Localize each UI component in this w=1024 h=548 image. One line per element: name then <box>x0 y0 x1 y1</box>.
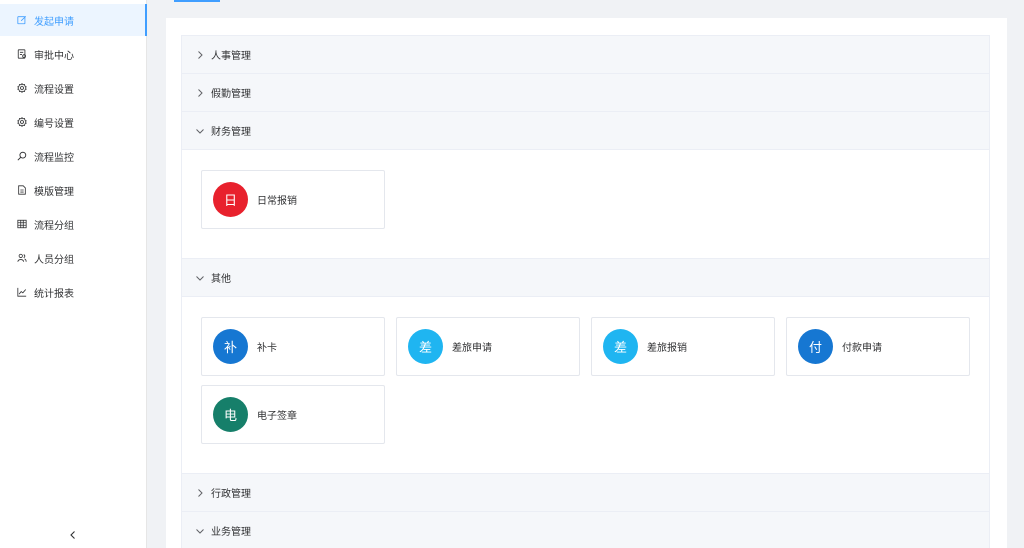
group-header-other[interactable]: 其他 <box>182 259 989 297</box>
active-tab-indicator <box>174 0 220 2</box>
form-label: 电子签章 <box>257 411 297 422</box>
sidebar-item-label: 编号设置 <box>34 118 74 130</box>
sidebar-item-statistics-report[interactable]: 统计报表 <box>0 276 146 308</box>
sidebar-item-label: 审批中心 <box>34 50 74 62</box>
chevron-down-icon <box>195 273 205 283</box>
group-body-other: 补 补卡 差 差旅申请 差 差旅报销 付 付款申请 电 电子签章 <box>182 297 989 474</box>
sidebar-item-start-application[interactable]: 发起申请 <box>0 4 147 36</box>
form-card-travel-reimbursement[interactable]: 差 差旅报销 <box>591 317 775 376</box>
form-grid: 日 日常报销 <box>182 150 989 258</box>
chevron-left-icon <box>68 530 78 540</box>
gear-icon <box>17 83 27 93</box>
sidebar-item-label: 统计报表 <box>34 288 74 300</box>
form-label: 差旅报销 <box>647 343 687 354</box>
group-title: 其他 <box>211 274 231 285</box>
form-card-daily-reimbursement[interactable]: 日 日常报销 <box>201 170 385 229</box>
form-label: 日常报销 <box>257 196 297 207</box>
line-chart-icon <box>17 287 27 297</box>
form-label: 补卡 <box>257 343 277 354</box>
chevron-right-icon <box>195 88 205 98</box>
sidebar-menu: 发起申请 审批中心 流程设置 编号设置 流程监控 模版管理 流程分组 人员分组 … <box>0 0 147 308</box>
form-group-collapse: 人事管理 假勤管理 财务管理 日 日常报销 其他 补 补卡 差 差旅申请 差 差… <box>181 35 990 548</box>
group-header-hr[interactable]: 人事管理 <box>182 36 989 74</box>
group-header-administration[interactable]: 行政管理 <box>182 474 989 512</box>
form-avatar: 差 <box>603 329 638 364</box>
search-icon <box>17 151 27 161</box>
chevron-down-icon <box>195 126 205 136</box>
sidebar-collapse-button[interactable] <box>64 526 82 544</box>
form-avatar: 电 <box>213 397 248 432</box>
sidebar-item-personnel-group[interactable]: 人员分组 <box>0 242 146 274</box>
form-card-card-replacement[interactable]: 补 补卡 <box>201 317 385 376</box>
sidebar-item-label: 模版管理 <box>34 186 74 198</box>
form-avatar: 补 <box>213 329 248 364</box>
sidebar-item-label: 流程监控 <box>34 152 74 164</box>
audit-icon <box>17 49 27 59</box>
form-avatar: 付 <box>798 329 833 364</box>
group-title: 行政管理 <box>211 489 251 500</box>
form-label: 差旅申请 <box>452 343 492 354</box>
form-label: 付款申请 <box>842 343 882 354</box>
chevron-down-icon <box>195 526 205 536</box>
sidebar-item-process-group[interactable]: 流程分组 <box>0 208 146 240</box>
sidebar-item-approval-center[interactable]: 审批中心 <box>0 38 146 70</box>
users-icon <box>17 253 27 263</box>
form-avatar: 差 <box>408 329 443 364</box>
sidebar-item-label: 流程设置 <box>34 84 74 96</box>
gear-icon <box>17 117 27 127</box>
group-title: 人事管理 <box>211 51 251 62</box>
group-body-finance: 日 日常报销 <box>182 150 989 259</box>
group-header-finance[interactable]: 财务管理 <box>182 112 989 150</box>
group-header-business[interactable]: 业务管理 <box>182 512 989 548</box>
sidebar: 发起申请 审批中心 流程设置 编号设置 流程监控 模版管理 流程分组 人员分组 … <box>0 0 147 548</box>
chevron-right-icon <box>195 50 205 60</box>
sidebar-item-label: 发起申请 <box>34 16 74 28</box>
form-grid: 补 补卡 差 差旅申请 差 差旅报销 付 付款申请 电 电子签章 <box>182 297 989 473</box>
form-avatar: 日 <box>213 182 248 217</box>
sidebar-item-label: 人员分组 <box>34 254 74 266</box>
sidebar-item-label: 流程分组 <box>34 220 74 232</box>
document-icon <box>17 185 27 195</box>
main-content: 人事管理 假勤管理 财务管理 日 日常报销 其他 补 补卡 差 差旅申请 差 差… <box>166 18 1007 548</box>
group-header-attendance[interactable]: 假勤管理 <box>182 74 989 112</box>
grid-icon <box>17 219 27 229</box>
sidebar-item-process-monitor[interactable]: 流程监控 <box>0 140 146 172</box>
group-title: 财务管理 <box>211 127 251 138</box>
sidebar-item-process-settings[interactable]: 流程设置 <box>0 72 146 104</box>
sidebar-item-template-management[interactable]: 模版管理 <box>0 174 146 206</box>
form-card-payment-application[interactable]: 付 付款申请 <box>786 317 970 376</box>
group-title: 假勤管理 <box>211 89 251 100</box>
sidebar-item-number-settings[interactable]: 编号设置 <box>0 106 146 138</box>
form-card-electronic-signature[interactable]: 电 电子签章 <box>201 385 385 444</box>
group-title: 业务管理 <box>211 527 251 538</box>
edit-icon <box>17 15 27 25</box>
chevron-right-icon <box>195 488 205 498</box>
form-card-travel-application[interactable]: 差 差旅申请 <box>396 317 580 376</box>
